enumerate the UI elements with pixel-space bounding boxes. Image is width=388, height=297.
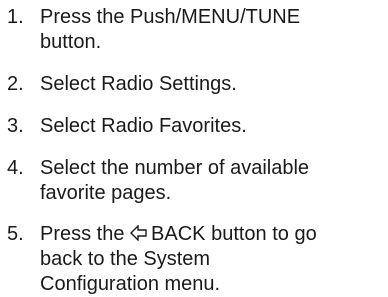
step-text-line: Select the number of available <box>40 157 310 179</box>
step-number: 5. <box>7 223 24 245</box>
step-text-line: button. <box>40 31 102 53</box>
back-arrow-icon <box>130 225 147 241</box>
step-text: Select Radio Favorites. <box>40 114 380 139</box>
step-text-line: Select Radio Favorites. <box>40 115 247 137</box>
step-text-line: Press the Push/MENU/TUNE <box>40 6 301 28</box>
step-text-line: back to the System <box>40 248 211 270</box>
step-text-after-icon: BACK button to go <box>151 223 317 245</box>
step-text-before-icon: Press the <box>40 223 125 245</box>
step-number: 4. <box>7 157 24 179</box>
step-text-line: favorite pages. <box>40 182 172 204</box>
step-text: Select the number of available favorite … <box>40 156 380 206</box>
step-text-line: Configuration menu. <box>40 273 221 295</box>
step-number: 3. <box>7 115 24 137</box>
step-text: Press the Push/MENU/TUNE button. <box>40 5 380 55</box>
step-text: Press the BACK button to go back to the … <box>40 222 380 297</box>
step-text-line: Press the BACK button to go <box>40 222 380 247</box>
step-text-line: Select Radio Settings. <box>40 73 237 95</box>
step-number: 1. <box>7 6 24 28</box>
step-number: 2. <box>7 73 24 95</box>
step-text: Select Radio Settings. <box>40 72 380 97</box>
